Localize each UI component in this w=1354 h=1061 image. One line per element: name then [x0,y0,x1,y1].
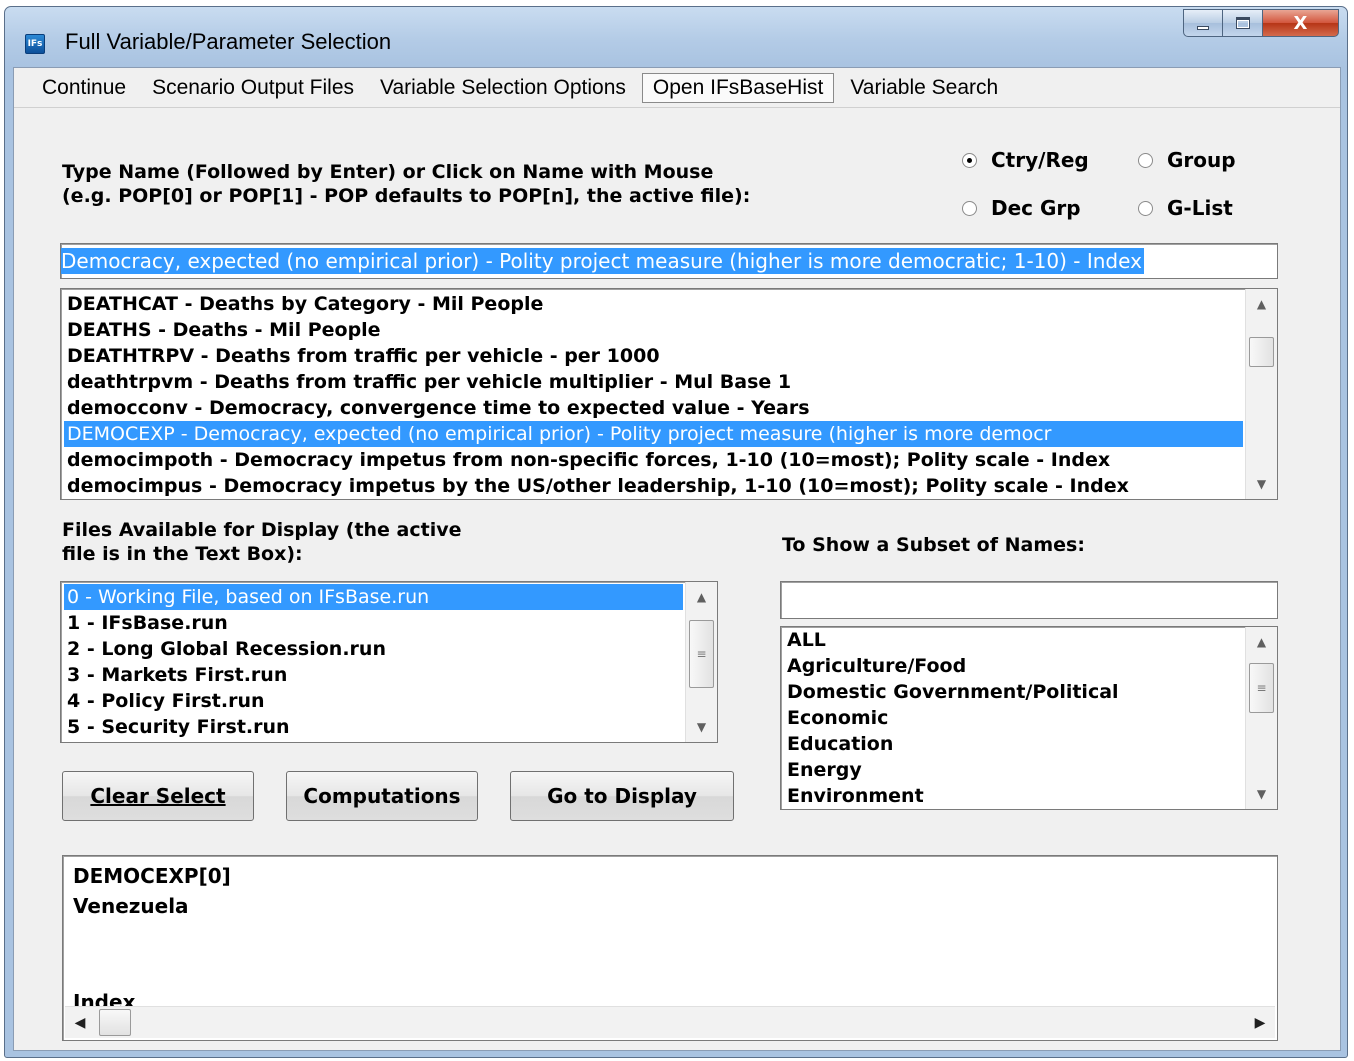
radio-g-list-label: G-List [1167,196,1233,220]
instruction-line-2: (e.g. POP[0] or POP[1] - POP defaults to… [62,185,751,207]
file-list-item[interactable]: 4 - Policy First.run [64,688,683,714]
close-button[interactable]: X [1263,9,1339,37]
computations-label: Computations [303,784,461,808]
variable-list-item[interactable]: DEATHTRPV - Deaths from traffic per vehi… [64,343,1243,369]
scroll-thumb[interactable] [99,1009,131,1036]
window-controls: X [1183,9,1339,37]
variable-list-item[interactable]: DEATHCAT - Deaths by Category - Mil Peop… [64,291,1243,317]
radio-unselected-icon [1138,152,1153,168]
radio-unselected-icon [1138,200,1153,216]
variable-list-item[interactable]: DEATHS - Deaths - Mil People [64,317,1243,343]
file-list-item[interactable]: 2 - Long Global Recession.run [64,636,683,662]
app-icon: IFs [25,34,45,54]
selection-output-box: DEMOCEXP[0] Venezuela Index ◀ ▶ [62,855,1278,1041]
radio-selected-icon [962,152,977,168]
radio-ctry-reg[interactable]: Ctry/Reg [962,148,1089,172]
radio-dec-grp[interactable]: Dec Grp [962,196,1081,220]
scroll-thumb[interactable]: ≡ [689,620,714,688]
clear-select-label: Clear Select [90,784,226,808]
variable-list-item[interactable]: democconv - Democracy, convergence time … [64,395,1243,421]
subset-list-scrollbar[interactable]: ▲ ≡ ▼ [1245,627,1277,809]
thumb-grip-icon: ≡ [1256,681,1267,695]
radio-dec-grp-label: Dec Grp [991,196,1081,220]
computations-button[interactable]: Computations [286,771,478,821]
scroll-up-icon[interactable]: ▲ [1246,289,1277,319]
minimize-icon [1197,26,1209,30]
subset-category-items: ALL Agriculture/Food Domestic Government/P… [784,627,1243,809]
subset-category-item[interactable]: Agriculture/Food [784,653,1243,679]
file-list-item[interactable]: 0 - Working File, based on IFsBase.run [64,584,683,610]
output-region-name: Venezuela [73,894,189,918]
menu-variable-selection-options[interactable]: Variable Selection Options [370,74,636,102]
variable-name-input[interactable]: Democracy, expected (no empirical prior)… [60,243,1278,279]
go-to-display-button[interactable]: Go to Display [510,771,734,821]
subset-category-item[interactable]: Domestic Government/Political [784,679,1243,705]
instruction-line-1: Type Name (Followed by Enter) or Click o… [62,161,714,183]
scroll-down-icon[interactable]: ▼ [1246,469,1277,499]
scroll-thumb[interactable]: ≡ [1249,663,1274,713]
file-list-item[interactable]: 3 - Markets First.run [64,662,683,688]
radio-ctry-reg-label: Ctry/Reg [991,148,1089,172]
app-window: IFs Full Variable/Parameter Selection X … [4,6,1348,1058]
output-horizontal-scrollbar[interactable]: ◀ ▶ [65,1006,1275,1038]
maximize-button[interactable] [1223,9,1263,37]
file-list-item[interactable]: 5 - Security First.run [64,714,683,740]
minimize-button[interactable] [1183,9,1223,37]
subset-category-item[interactable]: ALL [784,627,1243,653]
title-bar[interactable]: IFs Full Variable/Parameter Selection X [5,7,1347,67]
subset-category-item[interactable]: Environment [784,783,1243,809]
file-list-item[interactable]: 1 - IFsBase.run [64,610,683,636]
clear-select-button[interactable]: Clear Select [62,771,254,821]
maximize-icon [1235,17,1250,29]
radio-unselected-icon [962,200,977,216]
variable-name-input-value: Democracy, expected (no empirical prior)… [61,248,1144,274]
variable-list-scrollbar[interactable]: ▲ ▼ [1245,289,1277,499]
scroll-up-icon[interactable]: ▲ [686,582,717,612]
subset-category-item[interactable]: Economic [784,705,1243,731]
files-list-items: 0 - Working File, based on IFsBase.run 1 … [64,584,683,740]
variable-list-items: DEATHCAT - Deaths by Category - Mil Peop… [64,291,1243,499]
window-title: Full Variable/Parameter Selection [65,29,392,54]
menu-variable-search[interactable]: Variable Search [840,74,1008,102]
radio-group[interactable]: Group [1138,148,1236,172]
scroll-thumb[interactable] [1249,337,1274,367]
scroll-left-icon[interactable]: ◀ [65,1007,95,1038]
subset-category-item[interactable]: Energy [784,757,1243,783]
subset-category-list[interactable]: ALL Agriculture/Food Domestic Government/P… [780,626,1278,810]
subset-label: To Show a Subset of Names: [782,534,1085,556]
scroll-up-icon[interactable]: ▲ [1246,627,1277,657]
variable-list-item[interactable]: DEMOCEXP - Democracy, expected (no empir… [64,421,1243,447]
scroll-down-icon[interactable]: ▼ [1246,779,1277,809]
radio-group-label: Group [1167,148,1236,172]
thumb-grip-icon: ≡ [696,647,707,661]
variable-list[interactable]: DEATHCAT - Deaths by Category - Mil Peop… [60,288,1278,500]
menu-scenario-output-files[interactable]: Scenario Output Files [142,74,364,102]
menu-continue[interactable]: Continue [32,74,136,102]
output-variable-name: DEMOCEXP[0] [73,864,231,888]
scroll-right-icon[interactable]: ▶ [1245,1007,1275,1038]
files-label-line-2: file is in the Text Box): [62,543,303,565]
files-list-scrollbar[interactable]: ▲ ≡ ▼ [685,582,717,742]
go-to-display-label: Go to Display [547,784,697,808]
variable-list-item[interactable]: democimpus - Democracy impetus by the US… [64,473,1243,499]
menu-open-ifsbasehist[interactable]: Open IFsBaseHist [641,72,835,103]
subset-category-item[interactable]: Education [784,731,1243,757]
files-list[interactable]: 0 - Working File, based on IFsBase.run 1 … [60,581,718,743]
scroll-down-icon[interactable]: ▼ [686,712,717,742]
close-icon: X [1293,12,1308,34]
subset-filter-input[interactable] [780,581,1278,619]
radio-g-list[interactable]: G-List [1138,196,1233,220]
variable-list-item[interactable]: democimpoth - Democracy impetus from non… [64,447,1243,473]
menu-bar: Continue Scenario Output Files Variable … [14,68,1340,108]
files-label-line-1: Files Available for Display (the active [62,519,462,541]
dialog-client-area: Continue Scenario Output Files Variable … [13,67,1341,1051]
variable-list-item[interactable]: deathtrpvm - Deaths from traffic per veh… [64,369,1243,395]
